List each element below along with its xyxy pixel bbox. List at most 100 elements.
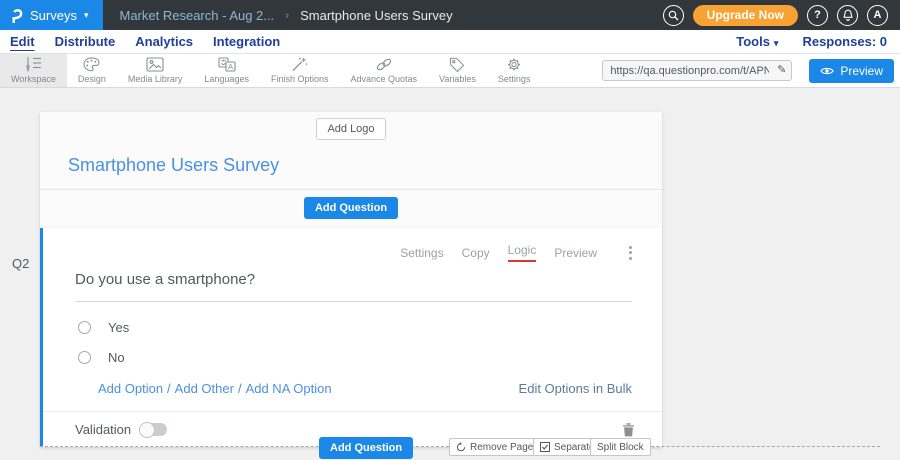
validation-label: Validation [75,422,131,437]
option-label: Yes [108,320,129,335]
toolbar-label: Finish Options [271,74,329,84]
validation-toggle[interactable] [140,423,167,436]
option-row-yes[interactable]: Yes [78,312,662,342]
toolbar-right: ✎ Preview [602,54,900,87]
refresh-icon [456,442,466,452]
toolbar-label: Languages [204,74,249,84]
avatar[interactable]: A [867,5,888,26]
option-actions-row: Add Option / Add Other / Add NA Option Edit … [98,381,632,396]
breadcrumb-separator-icon: › [285,8,289,22]
survey-header: Add Logo Smartphone Users Survey Add Que… [40,112,662,228]
link-separator: / [167,381,171,396]
delete-question-icon[interactable] [622,422,635,437]
toolbar-item-finish-options[interactable]: Finish Options [260,54,340,87]
breadcrumb: Market Research - Aug 2... › Smartphone … [120,8,453,23]
magic-wand-icon [291,57,308,72]
responses-count[interactable]: Responses: 0 [802,34,887,49]
toolbar-label: Settings [498,74,531,84]
toolbar-label: Media Library [128,74,183,84]
split-block-label: Split Block [597,442,644,453]
toolbar-item-workspace[interactable]: Workspace [0,54,67,87]
search-icon [668,10,679,21]
gear-icon [506,57,522,72]
pencil-list-icon [23,57,43,72]
logo-row: Add Logo [40,118,662,140]
toolbar-item-settings[interactable]: Settings [487,54,542,87]
question-text[interactable]: Do you use a smartphone? [75,271,632,302]
edit-url-pencil-icon[interactable]: ✎ [777,63,786,76]
survey-title[interactable]: Smartphone Users Survey [68,155,662,176]
toolbar-label: Variables [439,74,476,84]
add-question-button-bottom[interactable]: Add Question [319,437,413,459]
link-separator: / [238,381,242,396]
product-switcher[interactable]: Surveys ▾ [0,0,103,30]
survey-nav-links: Edit Distribute Analytics Integration [10,34,280,49]
question-tabs: Settings Copy Logic Preview [43,228,662,262]
tools-label: Tools [736,34,770,49]
add-other-link[interactable]: Add Other [175,381,234,396]
toolbar-label: Design [78,74,106,84]
questionpro-survey-editor: Surveys ▾ Market Research - Aug 2... › S… [0,0,900,460]
toolbar-item-variables[interactable]: Variables [428,54,487,87]
survey-url-input[interactable] [602,60,792,81]
tools-menu[interactable]: Tools ▾ [736,34,778,49]
nav-tab-distribute[interactable]: Distribute [55,34,116,49]
add-logo-button[interactable]: Add Logo [316,118,385,140]
radio-icon[interactable] [78,351,91,364]
survey-card: Add Logo Smartphone Users Survey Add Que… [40,112,662,447]
search-button[interactable] [663,5,684,26]
toolbar-item-media-library[interactable]: Media Library [117,54,194,87]
palette-icon [83,57,100,72]
edit-options-in-bulk-link[interactable]: Edit Options in Bulk [519,381,632,396]
toolbar-item-languages[interactable]: A Languages [193,54,260,87]
help-button[interactable]: ? [807,5,828,26]
answer-options: Yes No [78,312,662,372]
questionpro-logo-icon [10,7,23,24]
product-name: Surveys [30,8,77,23]
nav-tab-analytics[interactable]: Analytics [135,34,193,49]
preview-button[interactable]: Preview [809,59,894,83]
add-na-option-link[interactable]: Add NA Option [246,381,332,396]
add-option-link[interactable]: Add Option [98,381,163,396]
page-break-row: Add Question Remove Page Break Separator… [40,436,880,460]
toolbar-item-design[interactable]: Design [67,54,117,87]
survey-nav: Edit Distribute Analytics Integration To… [0,30,900,54]
bell-icon [842,9,854,22]
breadcrumb-folder[interactable]: Market Research - Aug 2... [120,8,275,23]
notifications-button[interactable] [837,5,858,26]
translate-icon: A [218,57,236,72]
svg-text:A: A [228,62,233,71]
toolbar-item-advance-quotas[interactable]: Advance Quotas [339,54,428,87]
question-card: Settings Copy Logic Preview Do you use a… [40,228,662,447]
checkbox-icon [540,442,550,452]
topbar: Surveys ▾ Market Research - Aug 2... › S… [0,0,900,30]
breadcrumb-survey-name: Smartphone Users Survey [300,8,452,23]
upgrade-button[interactable]: Upgrade Now [693,5,798,26]
editor-toolbar: Workspace Design Media Library [0,54,900,88]
survey-url-box: ✎ [602,60,792,81]
preview-label: Preview [840,64,883,78]
radio-icon[interactable] [78,321,91,334]
chain-link-icon [374,57,394,72]
split-block-button[interactable]: Split Block [590,438,651,456]
survey-canvas: Q2 Add Logo Smartphone Users Survey Add … [0,88,900,460]
question-menu-kebab-icon[interactable] [627,244,634,262]
topbar-actions: Upgrade Now ? A [663,5,900,26]
eye-icon [820,66,834,76]
tab-settings[interactable]: Settings [400,246,443,260]
chevron-down-icon: ▾ [774,38,779,48]
option-row-no[interactable]: No [78,342,662,372]
option-label: No [108,350,125,365]
tab-preview[interactable]: Preview [554,246,597,260]
option-add-links: Add Option / Add Other / Add NA Option [98,381,332,396]
tag-icon [449,57,465,72]
image-icon [146,57,164,72]
add-question-button-top[interactable]: Add Question [304,197,398,219]
nav-tab-edit[interactable]: Edit [10,34,35,49]
toolbar-label: Workspace [11,74,56,84]
tab-copy[interactable]: Copy [462,246,490,260]
nav-tab-integration[interactable]: Integration [213,34,280,49]
survey-nav-right: Tools ▾ Responses: 0 [736,34,890,49]
tab-logic[interactable]: Logic [508,243,537,262]
chevron-down-icon: ▾ [84,10,89,21]
